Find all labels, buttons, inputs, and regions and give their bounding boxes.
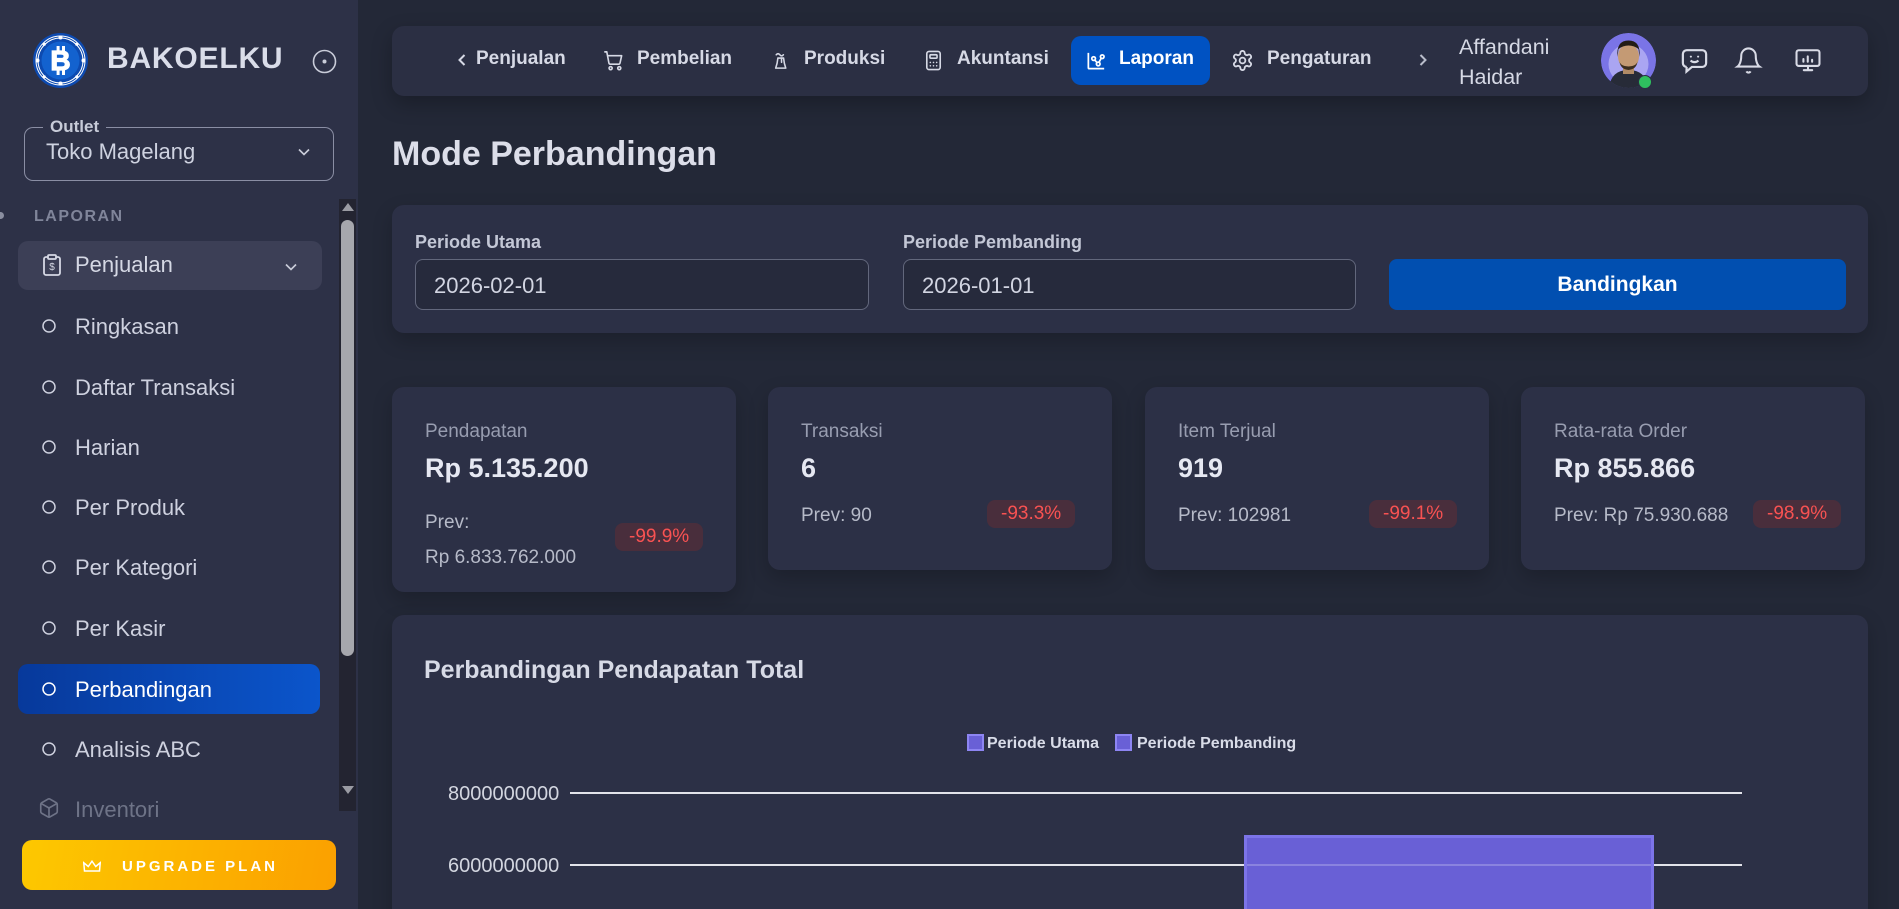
svg-text:B: B xyxy=(50,45,70,76)
svg-text:$: $ xyxy=(49,262,55,273)
